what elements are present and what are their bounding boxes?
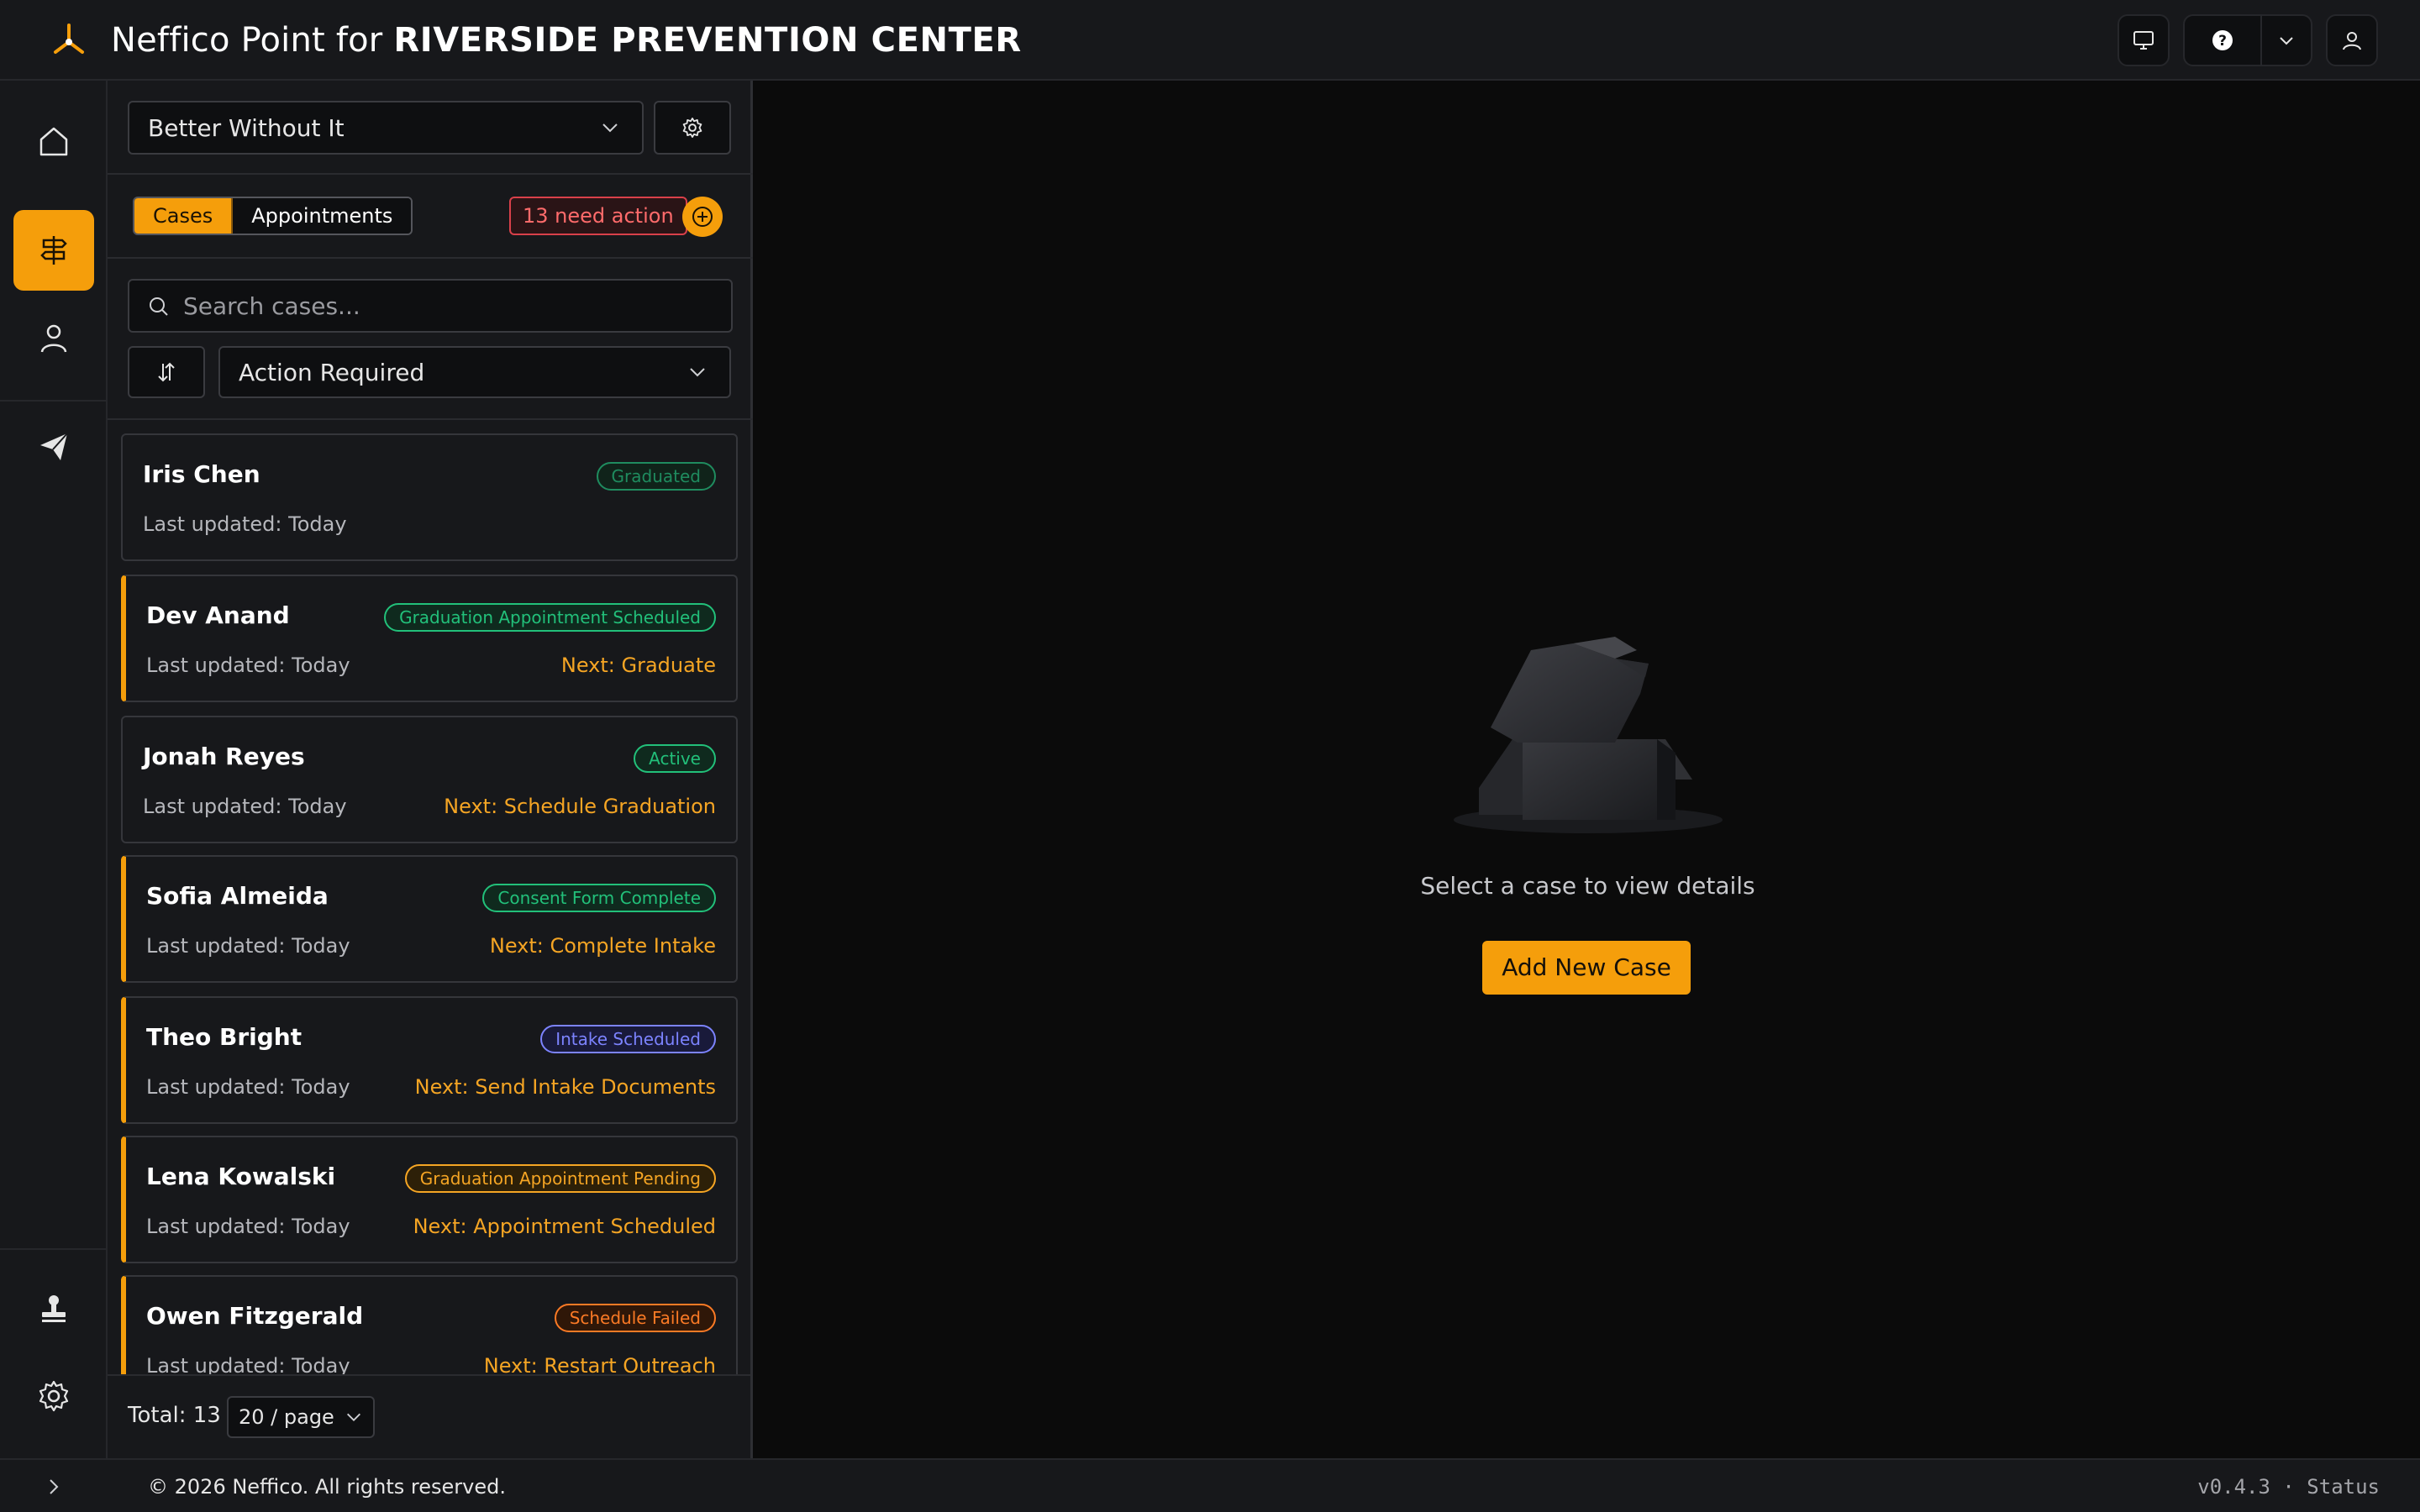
case-updated: Last updated: Today (143, 795, 347, 818)
chevron-down-icon (347, 1413, 360, 1421)
empty-box-illustration (1454, 637, 1723, 833)
panel-divider (108, 257, 753, 259)
svg-text:?: ? (2218, 33, 2227, 50)
search-input[interactable] (183, 286, 704, 326)
chevron-right-icon (50, 1479, 59, 1494)
user-icon (40, 324, 67, 353)
status-badge: Intake Scheduled (540, 1025, 716, 1053)
rail-item-home[interactable] (13, 101, 94, 181)
filter-select[interactable]: Action Required (218, 346, 731, 398)
org-name: RIVERSIDE PREVENTION CENTER (393, 21, 1022, 60)
rail-item-outreach[interactable] (13, 407, 94, 487)
program-select-value: Better Without It (148, 113, 345, 142)
top-header: Neffico Point for RIVERSIDE PREVENTION C… (0, 0, 2420, 81)
case-updated: Last updated: Today (146, 654, 350, 677)
case-next-step: Next: Schedule Graduation (444, 795, 716, 818)
case-next-step: Next: Appointment Scheduled (413, 1215, 716, 1238)
empty-state-text: Select a case to view details (1420, 872, 1755, 900)
tab-appointments[interactable]: Appointments (233, 198, 412, 234)
sort-button[interactable] (128, 346, 205, 398)
monitor-button[interactable] (2118, 14, 2170, 66)
status-badge: Active (634, 744, 716, 773)
send-icon (40, 433, 68, 460)
rail-item-people[interactable] (13, 297, 94, 378)
plus-icon (692, 207, 713, 227)
status-badge: Graduation Appointment Pending (404, 1164, 716, 1193)
case-next-step: Next: Graduate (560, 654, 716, 677)
tab-cases[interactable]: Cases (134, 198, 234, 234)
need-action-badge[interactable]: 13 need action (509, 197, 687, 235)
sort-icon (158, 362, 175, 382)
case-list-panel: Better Without It Cases Appointments 13 … (108, 81, 753, 1458)
user-menu-button[interactable] (2326, 14, 2378, 66)
total-count: Total: 13 (128, 1403, 221, 1428)
page-size-value: 20 / page (239, 1405, 334, 1429)
panel-divider (108, 173, 753, 175)
help-menu-button[interactable] (2260, 14, 2312, 66)
case-updated: Last updated: Today (146, 1215, 350, 1238)
copyright-text: © 2026 Neffico. All rights reserved. (148, 1475, 506, 1499)
pagination-bar: Total: 13 20 / page (108, 1374, 750, 1458)
page-size-select[interactable]: 20 / page (227, 1396, 375, 1438)
case-updated: Last updated: Today (143, 512, 347, 536)
case-detail-area: Select a case to view details Add New Ca… (755, 81, 2420, 1458)
case-card[interactable]: Iris Chen Graduated Last updated: Today (121, 433, 738, 561)
app: Neffico Point for RIVERSIDE PREVENTION C… (0, 0, 2420, 1512)
search-icon (150, 297, 168, 316)
user-icon (2343, 32, 2361, 50)
app-title: Neffico Point for RIVERSIDE PREVENTION C… (111, 18, 1022, 62)
case-name: Dev Anand (146, 601, 290, 629)
program-settings-button[interactable] (654, 101, 731, 155)
gear-icon (682, 118, 702, 138)
help-button[interactable]: ? (2183, 14, 2262, 66)
status-badge: Graduated (596, 462, 716, 491)
chevron-down-icon (2280, 37, 2293, 45)
panel-divider (108, 418, 753, 420)
case-updated: Last updated: Today (146, 934, 350, 958)
signpost-icon (40, 236, 67, 265)
chevron-down-icon (690, 368, 705, 377)
rail-item-settings[interactable] (13, 1356, 94, 1436)
nav-rail (0, 81, 108, 1458)
rail-item-cases[interactable] (13, 210, 94, 291)
program-select[interactable]: Better Without It (128, 101, 644, 155)
case-card[interactable]: Dev Anand Graduation Appointment Schedul… (121, 575, 738, 702)
expand-rail-button[interactable] (40, 1473, 67, 1500)
status-badge: Schedule Failed (554, 1304, 716, 1332)
stamp-icon (42, 1295, 66, 1322)
rail-divider (0, 400, 108, 402)
gear-icon (39, 1380, 69, 1412)
case-next-step: Next: Complete Intake (489, 934, 716, 958)
search-box (128, 279, 733, 333)
case-card[interactable]: Theo Bright Intake Scheduled Last update… (121, 996, 738, 1124)
version-status-link[interactable]: v0.4.3 · Status (2197, 1475, 2380, 1499)
status-footer: © 2026 Neffico. All rights reserved. v0.… (0, 1458, 2420, 1512)
status-badge: Graduation Appointment Scheduled (384, 603, 716, 632)
case-name: Owen Fitzgerald (146, 1302, 364, 1330)
rail-divider (0, 1248, 108, 1250)
case-name: Iris Chen (143, 460, 260, 488)
case-card[interactable]: Sofia Almeida Consent Form Complete Last… (121, 855, 738, 983)
title-prefix: Neffico Point for (111, 21, 394, 60)
monitor-icon (2133, 31, 2154, 50)
case-name: Jonah Reyes (143, 743, 305, 770)
case-updated: Last updated: Today (146, 1075, 350, 1099)
case-list: Iris Chen Graduated Last updated: Today … (121, 433, 739, 1458)
case-card[interactable]: Jonah Reyes Active Last updated: Today N… (121, 716, 738, 843)
view-tabs: Cases Appointments (133, 197, 413, 235)
rail-item-stamp[interactable] (13, 1268, 94, 1349)
case-name: Theo Bright (146, 1023, 302, 1051)
filter-select-value: Action Required (239, 358, 425, 386)
case-card[interactable]: Lena Kowalski Graduation Appointment Pen… (121, 1136, 738, 1263)
case-name: Lena Kowalski (146, 1163, 336, 1190)
chevron-down-icon (602, 123, 618, 133)
status-badge: Consent Form Complete (482, 884, 716, 912)
case-name: Sofia Almeida (146, 882, 329, 910)
add-case-button[interactable] (682, 197, 723, 237)
case-next-step: Next: Send Intake Documents (414, 1075, 716, 1099)
help-icon: ? (2212, 30, 2233, 50)
logo-icon (54, 24, 84, 54)
home-icon (39, 127, 68, 156)
add-new-case-button[interactable]: Add New Case (1482, 941, 1691, 995)
